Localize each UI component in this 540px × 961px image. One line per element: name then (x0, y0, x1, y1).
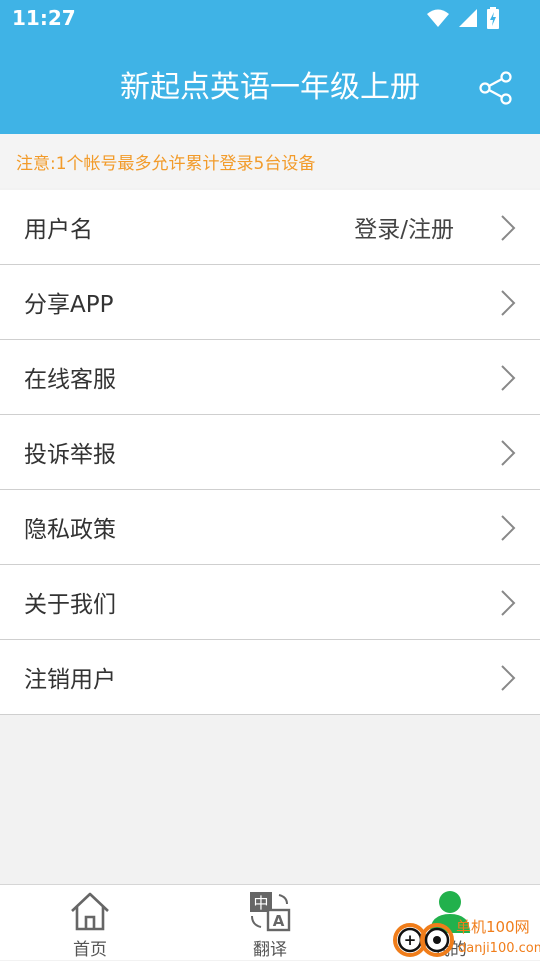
menu-item-label: 在线客服 (24, 367, 116, 393)
watermark-url: danji100.com (458, 941, 540, 956)
app-header: 11:27 新起点英语一年级上册 (0, 0, 540, 134)
chevron-right-icon (501, 665, 516, 691)
share-icon[interactable] (478, 70, 514, 106)
menu-item-username[interactable]: 用户名 登录/注册 (0, 190, 540, 265)
chevron-right-icon (501, 290, 516, 316)
page-title: 新起点英语一年级上册 (120, 70, 420, 105)
translate-icon: 中 A (250, 892, 291, 932)
status-time: 11:27 (12, 6, 76, 30)
menu-item-privacy-policy[interactable]: 隐私政策 (0, 490, 540, 565)
chevron-right-icon (501, 215, 516, 241)
menu-item-about-us[interactable]: 关于我们 (0, 565, 540, 640)
tab-label: 首页 (73, 940, 107, 960)
chevron-right-icon (501, 440, 516, 466)
menu-item-label: 投诉举报 (24, 442, 116, 468)
tab-translate[interactable]: 中 A 翻译 (180, 885, 360, 961)
device-limit-notice: 注意:1个帐号最多允许累计登录5台设备 (0, 134, 540, 188)
menu-item-label: 关于我们 (24, 592, 116, 618)
tab-home[interactable]: 首页 (0, 885, 180, 961)
svg-text:中: 中 (253, 894, 268, 912)
menu-item-share-app[interactable]: 分享APP (0, 265, 540, 340)
home-icon (71, 892, 109, 931)
menu-item-label: 分享APP (24, 292, 114, 318)
chevron-right-icon (501, 515, 516, 541)
login-register-link[interactable]: 登录/注册 (354, 210, 454, 244)
menu-item-label: 注销用户 (24, 667, 116, 693)
chevron-right-icon (501, 590, 516, 616)
battery-icon (487, 7, 499, 29)
watermark-logo: + 单机100网 danji100.com (393, 918, 540, 957)
menu-item-complaint[interactable]: 投诉举报 (0, 415, 540, 490)
menu-item-online-service[interactable]: 在线客服 (0, 340, 540, 415)
notice-text: 注意:1个帐号最多允许累计登录5台设备 (16, 153, 316, 174)
wifi-icon (427, 9, 449, 27)
status-icons (426, 7, 500, 29)
svg-text:+: + (404, 931, 417, 949)
menu-item-label: 用户名 (24, 217, 93, 243)
watermark-text: 单机100网 (456, 918, 530, 936)
status-bar: 11:27 (0, 0, 540, 36)
svg-text:A: A (273, 912, 285, 930)
menu-item-delete-account[interactable]: 注销用户 (0, 640, 540, 715)
tab-label: 翻译 (253, 940, 287, 960)
chevron-right-icon (501, 365, 516, 391)
signal-icon (459, 9, 477, 27)
settings-menu: 用户名 登录/注册 分享APP 在线客服 投诉举报 隐私政策 关于我们 注销用户 (0, 190, 540, 715)
menu-item-label: 隐私政策 (24, 517, 116, 543)
